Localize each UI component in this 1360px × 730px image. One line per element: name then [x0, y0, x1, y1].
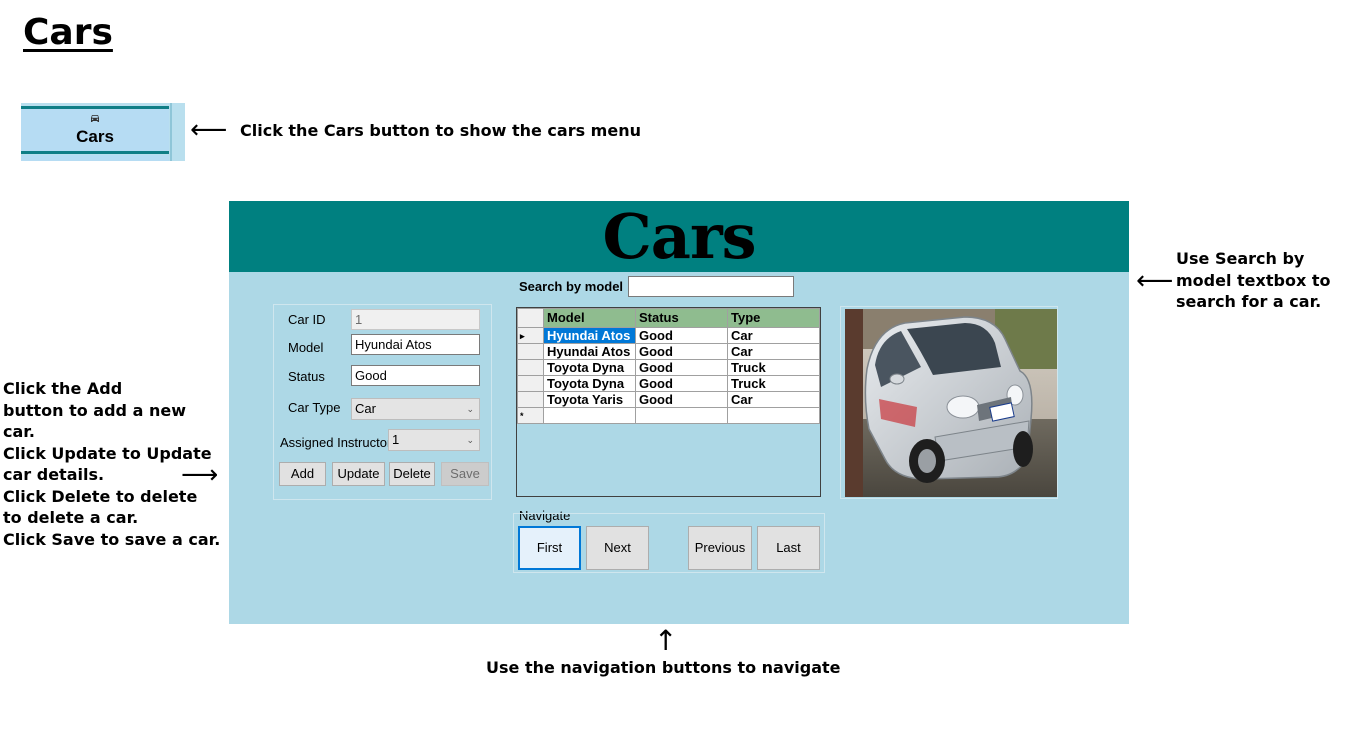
- sidebar-crop: Cars: [21, 103, 185, 161]
- status-label: Status: [288, 369, 325, 384]
- delete-button[interactable]: Delete: [389, 462, 435, 486]
- arrow-right-icon: ⟶: [181, 460, 219, 490]
- cars-nav-label: Cars: [76, 127, 114, 146]
- current-row-indicator-icon: ▸: [517, 327, 544, 344]
- car-icon: [21, 114, 169, 127]
- cell-type[interactable]: Car: [727, 343, 820, 360]
- cell-status[interactable]: [635, 407, 728, 424]
- cell-status[interactable]: Good: [635, 343, 728, 360]
- column-header-status[interactable]: Status: [635, 308, 728, 328]
- new-row-marker-icon: *: [517, 407, 544, 424]
- cars-button-note: Click the Cars button to show the cars m…: [240, 121, 641, 140]
- cars-nav-button[interactable]: Cars: [21, 106, 169, 154]
- cars-grid[interactable]: Model Status Type ▸ Hyundai Atos Good Ca…: [516, 307, 821, 497]
- last-button[interactable]: Last: [757, 526, 820, 570]
- cell-model[interactable]: Hyundai Atos: [543, 327, 636, 344]
- cell-model[interactable]: [543, 407, 636, 424]
- next-button[interactable]: Next: [586, 526, 649, 570]
- model-field[interactable]: Hyundai Atos: [351, 334, 480, 355]
- cell-model[interactable]: Toyota Dyna: [543, 359, 636, 376]
- chevron-down-icon: ⌄: [466, 435, 474, 445]
- cell-status[interactable]: Good: [635, 375, 728, 392]
- page-title: Cars: [23, 12, 113, 53]
- column-header-model[interactable]: Model: [543, 308, 636, 328]
- table-row[interactable]: Hyundai Atos Good Car: [517, 343, 820, 360]
- cell-type[interactable]: Car: [727, 327, 820, 344]
- cell-status[interactable]: Good: [635, 391, 728, 408]
- cell-model[interactable]: Toyota Yaris: [543, 391, 636, 408]
- grid-header-row: Model Status Type: [517, 308, 820, 328]
- car-id-field[interactable]: 1: [351, 309, 480, 330]
- cell-model[interactable]: Toyota Dyna: [543, 375, 636, 392]
- arrow-left-icon: ⟵: [1136, 266, 1174, 296]
- previous-button[interactable]: Previous: [688, 526, 752, 570]
- instructor-value: 1: [392, 432, 400, 447]
- column-header-type[interactable]: Type: [727, 308, 820, 328]
- arrow-left-icon: ⟵: [190, 115, 228, 145]
- car-photo: [845, 309, 1057, 497]
- arrow-up-icon: ↑: [654, 624, 678, 657]
- car-id-label: Car ID: [288, 312, 326, 327]
- cell-type[interactable]: [727, 407, 820, 424]
- car-type-label: Car Type: [288, 400, 341, 415]
- cell-status[interactable]: Good: [635, 327, 728, 344]
- table-row[interactable]: Toyota Yaris Good Car: [517, 391, 820, 408]
- grid-corner-cell: [517, 308, 544, 328]
- window-header: Cars: [229, 201, 1129, 272]
- search-label: Search by model: [519, 279, 624, 294]
- new-row[interactable]: *: [517, 407, 820, 424]
- update-button[interactable]: Update: [332, 462, 385, 486]
- row-header[interactable]: [517, 375, 544, 392]
- car-type-select[interactable]: Car ⌄: [351, 398, 480, 420]
- cell-model[interactable]: Hyundai Atos: [543, 343, 636, 360]
- car-type-value: Car: [355, 401, 376, 416]
- window-title: Cars: [602, 201, 756, 273]
- row-header[interactable]: [517, 343, 544, 360]
- cars-window: Cars Search by model Car ID 1 Model Hyun…: [229, 201, 1129, 624]
- add-button[interactable]: Add: [279, 462, 326, 486]
- search-input[interactable]: [628, 276, 794, 297]
- car-photo-frame: [840, 306, 1058, 499]
- row-header[interactable]: [517, 359, 544, 376]
- cell-type[interactable]: Truck: [727, 359, 820, 376]
- status-field[interactable]: Good: [351, 365, 480, 386]
- model-label: Model: [288, 340, 324, 355]
- save-button[interactable]: Save: [441, 462, 489, 486]
- search-note: Use Search by model textbox to search fo…: [1176, 249, 1331, 311]
- cell-type[interactable]: Car: [727, 391, 820, 408]
- table-row[interactable]: ▸ Hyundai Atos Good Car: [517, 327, 820, 344]
- sidebar-divider: [170, 103, 172, 161]
- next-nav-button-edge: [21, 155, 169, 161]
- row-header[interactable]: [517, 391, 544, 408]
- table-row[interactable]: Toyota Dyna Good Truck: [517, 375, 820, 392]
- cell-type[interactable]: Truck: [727, 375, 820, 392]
- cell-status[interactable]: Good: [635, 359, 728, 376]
- chevron-down-icon: ⌄: [466, 404, 474, 414]
- instructor-label: Assigned Instructor: [280, 435, 392, 450]
- navigation-note: Use the navigation buttons to navigate: [486, 658, 841, 677]
- first-button[interactable]: First: [518, 526, 581, 570]
- table-row[interactable]: Toyota Dyna Good Truck: [517, 359, 820, 376]
- instructor-select[interactable]: 1 ⌄: [388, 429, 480, 451]
